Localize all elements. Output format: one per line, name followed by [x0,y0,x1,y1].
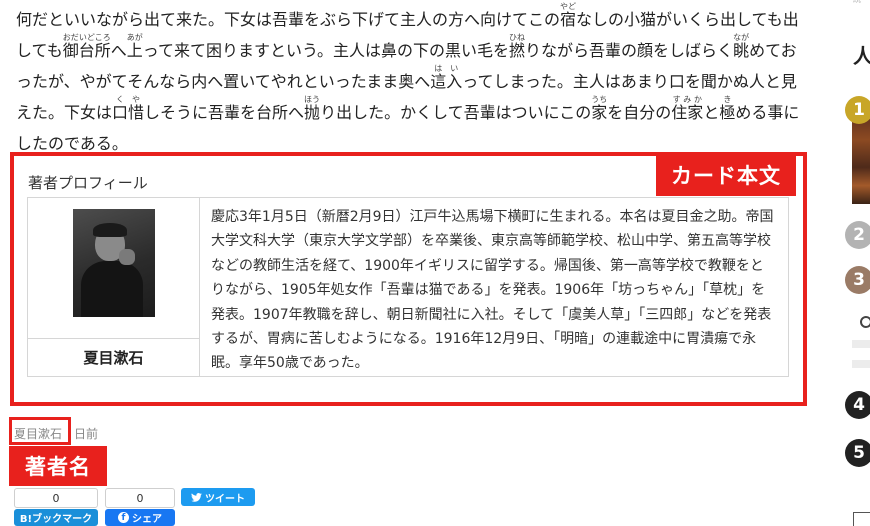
furigana-reading: き [719,95,736,104]
author-link[interactable]: 夏目漱石 [14,425,62,442]
furigana-word: 上あが [126,33,143,61]
furigana-word: 口惜くや [112,95,145,123]
furigana-reading: くや [112,95,145,104]
furigana-reading: なが [733,33,750,42]
furigana-word: 抛ほう [304,95,321,123]
ranking-item-placeholder [852,360,870,368]
article-body-text: 何だといいながら出て来た。下女は吾輩をぶら下げて主人の方へ向けてこの宿やどなしの… [16,2,806,159]
card-body-annotation: カード本文 [656,154,796,196]
tweet-label: ツイート [205,493,245,505]
photo-cell [28,198,199,339]
author-photo [73,209,155,317]
rank-badge-3: 3 [845,266,870,294]
facebook-icon: f [118,512,129,523]
twitter-bird-icon [191,492,202,502]
furigana-reading: すみか [671,95,704,104]
hatebu-count: 0 [14,488,98,508]
ranking-thumbnail-1[interactable] [852,112,870,204]
furigana-reading: はい [430,64,463,73]
sidebar-box [853,512,870,526]
text-segment: へ [110,41,127,60]
facebook-share-label: シェア [132,514,162,525]
text-segment: りながら吾輩の顔をしばらく [525,41,734,60]
photo-figure-body [81,261,143,317]
furigana-word: 宿やど [560,2,577,30]
furigana-reading: うち [591,95,608,104]
profile-left-column: 夏目漱石 [28,198,200,376]
hatebu-button[interactable]: B!ブックマーク [14,509,98,526]
furigana-word: 極き [719,95,736,123]
photo-figure-hand [119,249,135,265]
ranking-sidebar: 続 人 1 2 3 4 5 [820,0,870,526]
furigana-word: 這入はい [430,64,463,92]
tweet-button[interactable]: ツイート [181,488,255,506]
article-main: 何だといいながら出て来た。下女は吾輩をぶら下げて主人の方へ向けてこの宿やどなしの… [0,0,820,526]
furigana-word: 眺なが [733,33,750,61]
furigana-reading: おだいどころ [62,33,111,42]
profile-heading: 著者プロフィール [28,174,148,192]
author-name-annotation: 著者名 [9,446,107,486]
author-bio: 慶応3年1月5日（新暦2月9日）江戸牛込馬場下横町に生まれる。本名は夏目金之助。… [211,209,774,372]
rank-badge-2: 2 [845,221,870,249]
author-profile-card: 夏目漱石 慶応3年1月5日（新暦2月9日）江戸牛込馬場下横町に生まれる。本名は夏… [27,197,789,377]
text-segment: と [703,103,720,122]
text-segment: しそうに吾輩を台所へ [144,103,305,122]
furigana-reading: ひね [509,33,526,42]
furigana-reading: ほう [304,95,321,104]
furigana-reading: やど [560,2,577,11]
rank-badge-4: 4 [845,391,870,419]
furigana-word: 住家すみか [671,95,704,123]
text-segment: り出した。かくして吾輩はついにこの [320,103,592,122]
ranking-item-placeholder [852,340,870,348]
post-date: 日前 [74,427,99,441]
sidebar-heading: 人 [853,44,870,68]
furigana-word: 撚ひね [509,33,526,61]
clock-icon [860,316,870,328]
sidebar-top-text: 続 [853,0,861,5]
author-name: 夏目漱石 [83,349,144,367]
furigana-reading: あが [126,33,143,42]
furigana-word: 御台所おだいどころ [62,33,111,61]
facebook-count: 0 [105,488,175,508]
rank-badge-1: 1 [845,96,870,124]
photo-figure-hair [93,223,127,237]
furigana-word: 家うち [591,95,608,123]
text-segment: を自分の [607,103,672,122]
text-segment: って来て困りますという。主人は鼻の下の黒い毛を [142,41,510,60]
text-segment: 何だといいながら出て来た。下女は吾輩をぶら下げて主人の方へ向けてこの [16,10,561,29]
facebook-share-button[interactable]: f シェア [105,509,175,526]
rank-badge-5: 5 [845,439,870,467]
